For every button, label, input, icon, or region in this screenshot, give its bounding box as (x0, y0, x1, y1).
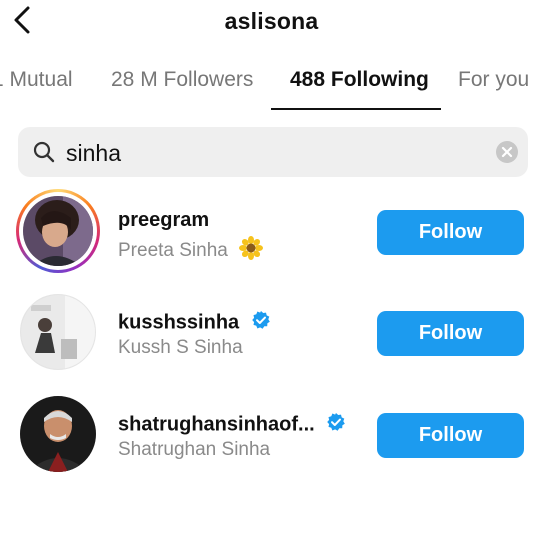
avatar (20, 294, 96, 370)
active-tab-indicator (271, 108, 441, 110)
full-name: Preeta Sinha (118, 236, 264, 266)
follow-button[interactable]: Follow (377, 311, 524, 356)
verified-badge-icon (251, 310, 271, 336)
sunflower-icon (239, 236, 264, 266)
username[interactable]: kusshssinha (118, 310, 271, 336)
follow-button[interactable]: Follow (377, 210, 524, 255)
avatar (20, 396, 96, 472)
full-name: Kussh S Sinha (118, 337, 243, 358)
list-item: kusshssinha Kussh S Sinha Follow (0, 288, 543, 378)
verified-badge-icon (326, 412, 346, 438)
list-item: shatrughansinhaof... Shatrughan Sinha Fo… (0, 390, 543, 480)
tab-mutual[interactable]: 1 Mutual (0, 68, 73, 92)
full-name: Shatrughan Sinha (118, 439, 271, 460)
list-item: preegram Preeta Sinha Follow (0, 187, 543, 277)
tab-following[interactable]: 488 Following (290, 68, 429, 92)
page-title: aslisona (224, 8, 319, 34)
tab-bar: 1 Mutual 28 M Followers 488 Following Fo… (0, 60, 543, 110)
avatar-wrap[interactable] (16, 290, 100, 374)
story-ring[interactable] (16, 189, 100, 273)
username[interactable]: shatrughansinhaof... (118, 412, 346, 438)
full-name-text: Preeta Sinha (118, 240, 228, 261)
search-input[interactable] (64, 135, 488, 171)
follow-button[interactable]: Follow (377, 413, 524, 458)
username[interactable]: preegram (118, 209, 209, 232)
search-icon (32, 140, 56, 169)
tab-followers[interactable]: 28 M Followers (111, 68, 253, 92)
username-text: shatrughansinhaof... (118, 413, 315, 436)
username-text: kusshssinha (118, 311, 240, 334)
search-bar (18, 127, 528, 177)
clear-search-icon[interactable] (496, 141, 518, 163)
avatar (23, 196, 93, 266)
tab-for-you[interactable]: For you (458, 68, 529, 92)
header: aslisona (0, 0, 543, 44)
avatar-wrap[interactable] (16, 392, 100, 476)
